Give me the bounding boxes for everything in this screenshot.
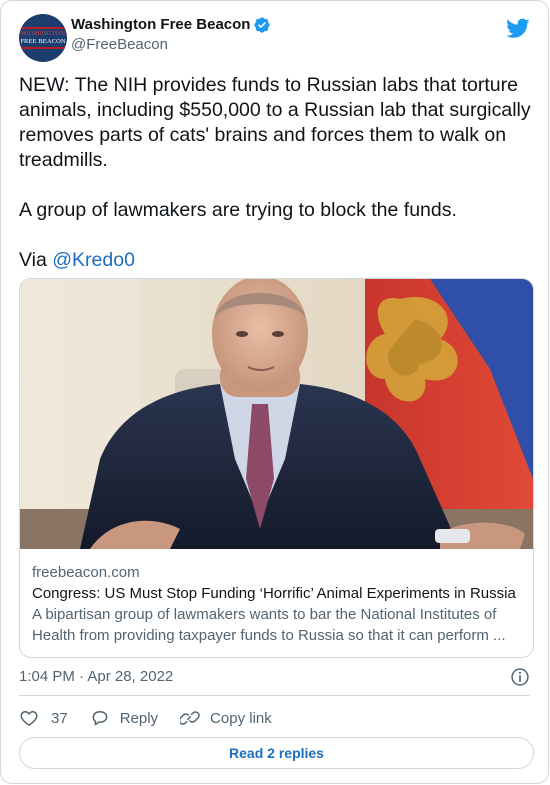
action-bar: 37 Reply Copy link bbox=[19, 707, 294, 729]
read-replies-button[interactable]: Read 2 replies bbox=[19, 737, 534, 769]
card-photo bbox=[20, 279, 533, 549]
card-description: A bipartisan group of lawmakers wants to… bbox=[32, 606, 506, 644]
author-handle[interactable]: @FreeBeacon bbox=[71, 35, 271, 55]
verified-badge-icon bbox=[254, 17, 271, 33]
author-display-name[interactable]: Washington Free Beacon bbox=[71, 15, 271, 35]
divider bbox=[19, 695, 530, 696]
avatar-logo-line1: WASHINGTON bbox=[20, 30, 66, 37]
embedded-tweet: WASHINGTON FREE BEACON Washington Free B… bbox=[0, 0, 549, 784]
link-icon bbox=[180, 711, 200, 725]
tweet-paragraph: A group of lawmakers are trying to block… bbox=[19, 199, 457, 221]
like-count: 37 bbox=[51, 709, 68, 727]
heart-icon bbox=[20, 711, 38, 726]
tweet-via-line: Via @Kredo0 bbox=[19, 248, 534, 273]
avatar-logo-line2: FREE BEACON bbox=[20, 38, 66, 45]
copy-link-button[interactable]: Copy link bbox=[180, 708, 272, 728]
copy-link-label: Copy link bbox=[210, 709, 272, 727]
link-card[interactable]: freebeacon.com Congress: US Must Stop Fu… bbox=[19, 278, 534, 658]
like-button[interactable]: 37 bbox=[19, 708, 68, 728]
mention-link[interactable]: @Kredo0 bbox=[52, 249, 135, 271]
card-title: Congress: US Must Stop Funding ‘Horrific… bbox=[32, 585, 516, 602]
via-label: Via bbox=[19, 249, 53, 271]
reply-label: Reply bbox=[119, 709, 159, 727]
avatar-stripe bbox=[19, 27, 67, 29]
avatar[interactable]: WASHINGTON FREE BEACON bbox=[19, 14, 67, 62]
card-image[interactable] bbox=[20, 279, 533, 549]
info-icon[interactable] bbox=[510, 667, 530, 687]
tweet-text: NEW: The NIH provides funds to Russian l… bbox=[19, 73, 534, 273]
avatar-stripe bbox=[19, 47, 67, 49]
card-domain: freebeacon.com bbox=[32, 564, 140, 581]
reply-bubble-icon bbox=[92, 711, 108, 726]
tweet-header: WASHINGTON FREE BEACON Washington Free B… bbox=[19, 14, 530, 62]
author-display-name-text: Washington Free Beacon bbox=[71, 16, 251, 33]
reply-button[interactable]: Reply bbox=[90, 708, 158, 728]
card-body[interactable]: freebeacon.com Congress: US Must Stop Fu… bbox=[32, 563, 521, 646]
author-names: Washington Free Beacon @FreeBeacon bbox=[71, 15, 271, 55]
tweet-timestamp[interactable]: 1:04 PM · Apr 28, 2022 bbox=[19, 667, 173, 687]
tweet-paragraph: NEW: The NIH provides funds to Russian l… bbox=[19, 74, 531, 171]
twitter-bird-icon[interactable] bbox=[506, 16, 530, 40]
